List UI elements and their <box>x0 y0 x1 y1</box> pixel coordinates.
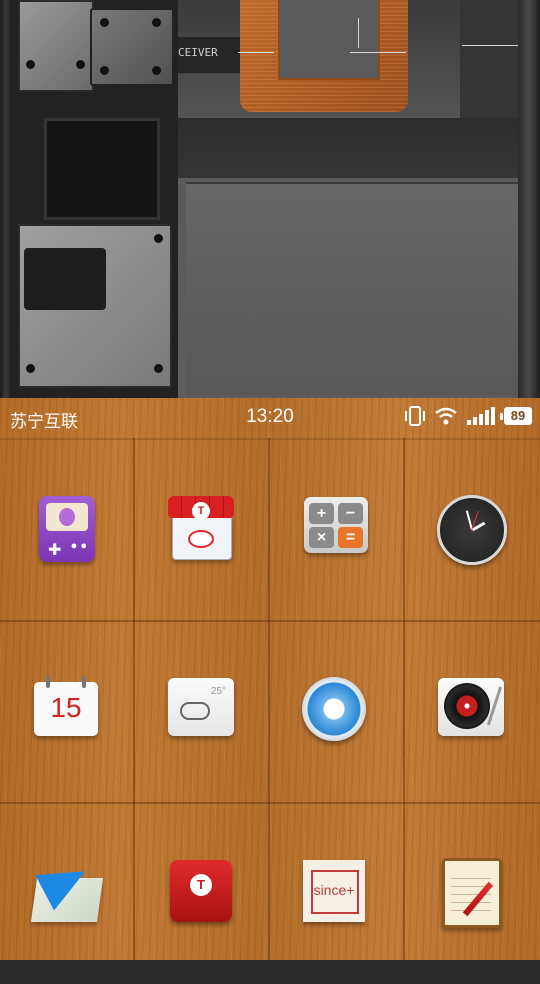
screw <box>100 66 109 75</box>
frame-right <box>518 0 540 398</box>
app-blue-ring[interactable] <box>269 620 403 802</box>
app-game[interactable]: ✚ ● ● <box>0 438 134 620</box>
metal-panel <box>186 182 518 396</box>
app-since[interactable]: since+ <box>269 802 403 984</box>
ribbon <box>178 118 518 178</box>
weather-temperature: 25° <box>210 686 226 697</box>
screw <box>26 364 35 373</box>
calc-key-equals: = <box>338 527 363 548</box>
screw <box>100 18 109 27</box>
calc-key-plus: + <box>309 503 334 524</box>
tick <box>462 45 520 46</box>
notepad-icon <box>436 858 506 928</box>
status-icons: 89 <box>404 406 532 426</box>
app-calendar[interactable]: 15 <box>0 620 134 802</box>
vibrate-icon <box>405 406 425 426</box>
status-bar: 苏宁互联 13:20 89 <box>0 398 540 438</box>
screw <box>154 364 163 373</box>
calendar-icon: 15 <box>32 676 102 746</box>
screw <box>76 60 85 69</box>
red-app-icon: T <box>166 858 236 928</box>
flex-cable-window <box>278 0 380 80</box>
dark-block <box>460 0 518 118</box>
calculator-icon: + − × = <box>301 494 371 564</box>
tick <box>238 52 274 53</box>
battery-icon: 89 <box>500 407 532 425</box>
weather-icon: 25° <box>166 676 236 746</box>
game-console-icon: ✚ ● ● <box>32 494 102 564</box>
screw <box>154 234 163 243</box>
since-icon: since+ <box>301 858 371 928</box>
store-icon: T <box>166 494 236 564</box>
tick <box>358 18 359 48</box>
app-red[interactable]: T <box>134 802 268 984</box>
app-weather[interactable]: 25° <box>134 620 268 802</box>
chip <box>44 118 160 220</box>
circuit-board-wallpaper: CEIVER <box>0 0 540 398</box>
camera-shield <box>90 8 174 86</box>
cloud-icon <box>180 702 210 720</box>
record-player-icon <box>436 676 506 746</box>
blue-ring-icon <box>301 676 371 746</box>
receiver-label: CEIVER <box>178 46 218 59</box>
app-music[interactable] <box>404 620 538 802</box>
app-calculator[interactable]: + − × = <box>269 438 403 620</box>
app-store[interactable]: T <box>134 438 268 620</box>
signal-icon <box>467 407 495 425</box>
calc-key-minus: − <box>338 503 363 524</box>
wifi-icon <box>435 407 457 425</box>
since-label: since+ <box>313 882 355 898</box>
clock-icon <box>436 494 507 565</box>
app-notes[interactable] <box>404 802 538 984</box>
app-maps[interactable] <box>0 802 134 984</box>
calc-key-times: × <box>309 527 334 548</box>
speaker-grill <box>24 248 106 310</box>
screw <box>26 60 35 69</box>
frame-left <box>0 0 12 398</box>
map-plane-icon <box>30 853 104 928</box>
shield-bottom <box>18 224 172 388</box>
screw <box>152 66 161 75</box>
app-clock[interactable] <box>404 438 538 620</box>
calendar-day: 15 <box>50 692 82 723</box>
home-screen-panel: ✚ ● ● T + − × = 15 25° T since+ <box>0 398 540 960</box>
tick <box>350 52 406 53</box>
shield-top <box>18 0 94 92</box>
screw <box>152 18 161 27</box>
